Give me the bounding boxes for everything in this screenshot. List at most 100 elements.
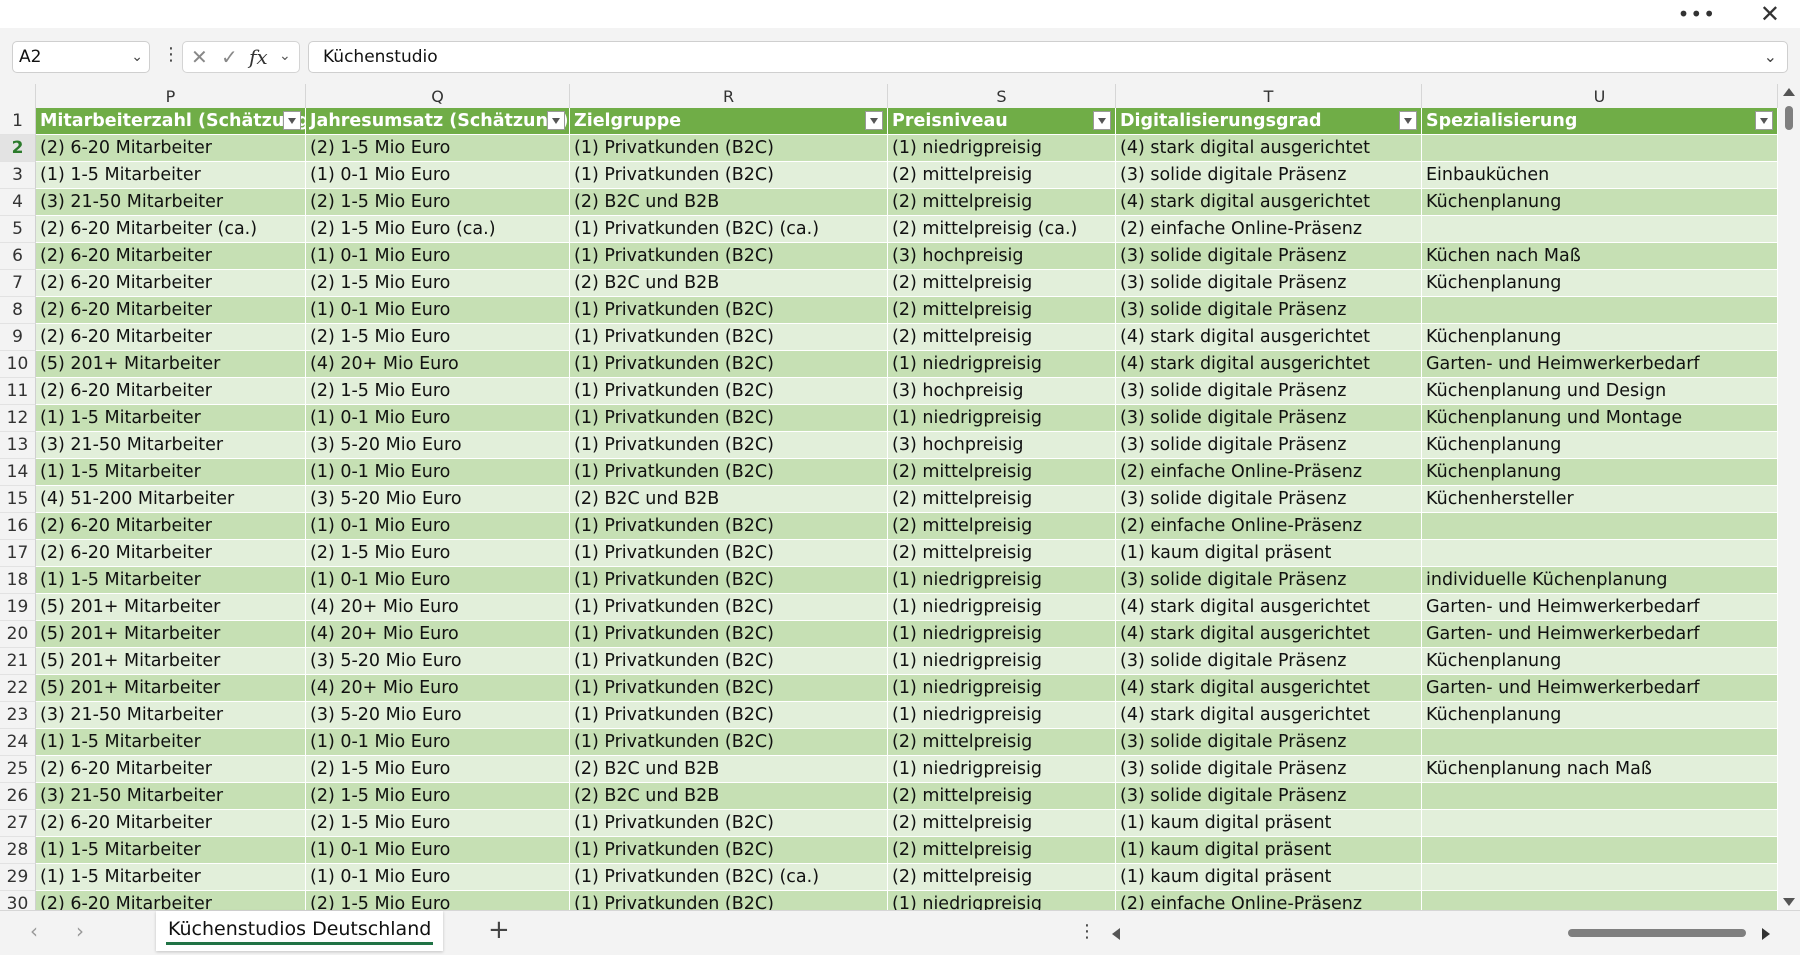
table-cell[interactable]: (1) Privatkunden (B2C) bbox=[570, 459, 888, 486]
scroll-up-icon[interactable] bbox=[1783, 88, 1795, 96]
more-options-icon[interactable]: ••• bbox=[1678, 2, 1716, 26]
row-number[interactable]: 16 bbox=[0, 513, 36, 540]
table-cell[interactable]: (1) niedrigpreisig bbox=[888, 135, 1116, 162]
previous-sheet-icon[interactable]: ‹ bbox=[30, 919, 38, 943]
table-cell[interactable]: (4) 20+ Mio Euro bbox=[306, 594, 570, 621]
row-number[interactable]: 2 bbox=[0, 135, 36, 162]
more-vertical-icon[interactable]: ⋮ bbox=[162, 44, 180, 65]
column-header-u[interactable]: U bbox=[1422, 84, 1778, 108]
table-cell[interactable]: (1) Privatkunden (B2C) bbox=[570, 135, 888, 162]
row-number[interactable]: 15 bbox=[0, 486, 36, 513]
table-cell[interactable]: (2) B2C und B2B bbox=[570, 783, 888, 810]
chevron-down-icon[interactable]: ⌄ bbox=[279, 48, 291, 64]
table-cell[interactable]: (2) mittelpreisig bbox=[888, 864, 1116, 891]
table-cell[interactable] bbox=[1422, 216, 1778, 243]
table-cell[interactable]: (2) 1-5 Mio Euro bbox=[306, 189, 570, 216]
table-cell[interactable]: (3) solide digitale Präsenz bbox=[1116, 756, 1422, 783]
next-sheet-icon[interactable]: › bbox=[76, 919, 84, 943]
table-cell[interactable]: (3) solide digitale Präsenz bbox=[1116, 567, 1422, 594]
table-cell[interactable] bbox=[1422, 864, 1778, 891]
table-cell[interactable]: (2) 6-20 Mitarbeiter bbox=[36, 810, 306, 837]
filter-dropdown-icon[interactable] bbox=[1755, 111, 1773, 130]
table-cell[interactable]: (5) 201+ Mitarbeiter bbox=[36, 648, 306, 675]
table-cell[interactable]: (4) stark digital ausgerichtet bbox=[1116, 702, 1422, 729]
table-cell[interactable] bbox=[1422, 837, 1778, 864]
table-cell[interactable]: (5) 201+ Mitarbeiter bbox=[36, 621, 306, 648]
table-cell[interactable]: (1) 0-1 Mio Euro bbox=[306, 837, 570, 864]
table-cell[interactable]: (1) 1-5 Mitarbeiter bbox=[36, 837, 306, 864]
table-cell[interactable]: (1) 1-5 Mitarbeiter bbox=[36, 162, 306, 189]
function-icon[interactable]: fx bbox=[249, 45, 268, 69]
row-number[interactable]: 26 bbox=[0, 783, 36, 810]
table-cell[interactable]: (3) 21-50 Mitarbeiter bbox=[36, 189, 306, 216]
filter-dropdown-icon[interactable] bbox=[865, 111, 883, 130]
table-cell[interactable]: (2) mittelpreisig bbox=[888, 459, 1116, 486]
sheet-tab-kuechenstudios[interactable]: Küchenstudios Deutschland bbox=[156, 911, 444, 951]
table-cell[interactable]: (2) mittelpreisig bbox=[888, 297, 1116, 324]
table-cell[interactable] bbox=[1422, 810, 1778, 837]
table-cell[interactable]: (1) kaum digital präsent bbox=[1116, 540, 1422, 567]
table-cell[interactable]: (1) kaum digital präsent bbox=[1116, 864, 1422, 891]
table-cell[interactable]: (1) Privatkunden (B2C) (ca.) bbox=[570, 216, 888, 243]
header-cell[interactable]: Zielgruppe bbox=[570, 108, 888, 135]
column-header-r[interactable]: R bbox=[570, 84, 888, 108]
table-cell[interactable]: (3) 5-20 Mio Euro bbox=[306, 702, 570, 729]
table-cell[interactable] bbox=[1422, 783, 1778, 810]
table-cell[interactable]: (1) Privatkunden (B2C) bbox=[570, 351, 888, 378]
row-number[interactable]: 25 bbox=[0, 756, 36, 783]
row-number[interactable]: 29 bbox=[0, 864, 36, 891]
chevron-down-icon[interactable]: ⌄ bbox=[131, 42, 143, 72]
table-cell[interactable]: (1) 1-5 Mitarbeiter bbox=[36, 405, 306, 432]
table-cell[interactable]: Küchen nach Maß bbox=[1422, 243, 1778, 270]
table-cell[interactable]: (1) 0-1 Mio Euro bbox=[306, 405, 570, 432]
table-cell[interactable]: (2) mittelpreisig (ca.) bbox=[888, 216, 1116, 243]
table-cell[interactable]: (2) mittelpreisig bbox=[888, 270, 1116, 297]
table-cell[interactable]: (3) 21-50 Mitarbeiter bbox=[36, 783, 306, 810]
table-cell[interactable]: (2) 6-20 Mitarbeiter bbox=[36, 891, 306, 910]
table-cell[interactable]: (2) einfache Online-Präsenz bbox=[1116, 891, 1422, 910]
table-cell[interactable]: (1) Privatkunden (B2C) bbox=[570, 837, 888, 864]
table-cell[interactable]: (1) niedrigpreisig bbox=[888, 702, 1116, 729]
table-cell[interactable]: (3) solide digitale Präsenz bbox=[1116, 270, 1422, 297]
table-cell[interactable]: (2) 6-20 Mitarbeiter bbox=[36, 540, 306, 567]
table-cell[interactable]: (1) Privatkunden (B2C) bbox=[570, 540, 888, 567]
header-cell[interactable]: Digitalisierungsgrad bbox=[1116, 108, 1422, 135]
header-cell[interactable]: Mitarbeiterzahl (Schätzung) bbox=[36, 108, 306, 135]
more-vertical-icon[interactable]: ⋮ bbox=[1078, 921, 1096, 942]
table-cell[interactable]: (4) stark digital ausgerichtet bbox=[1116, 594, 1422, 621]
row-number[interactable]: 28 bbox=[0, 837, 36, 864]
table-cell[interactable]: Küchenplanung bbox=[1422, 189, 1778, 216]
table-cell[interactable]: (1) 1-5 Mitarbeiter bbox=[36, 567, 306, 594]
vertical-scrollbar[interactable] bbox=[1778, 84, 1800, 910]
scroll-right-icon[interactable] bbox=[1762, 928, 1770, 940]
row-number[interactable]: 8 bbox=[0, 297, 36, 324]
table-cell[interactable]: (1) 0-1 Mio Euro bbox=[306, 864, 570, 891]
select-all-corner[interactable] bbox=[0, 84, 36, 108]
row-number[interactable]: 1 bbox=[0, 108, 36, 135]
table-cell[interactable]: (1) 0-1 Mio Euro bbox=[306, 297, 570, 324]
table-cell[interactable]: (2) B2C und B2B bbox=[570, 270, 888, 297]
table-cell[interactable]: Garten- und Heimwerkerbedarf bbox=[1422, 351, 1778, 378]
table-cell[interactable]: (2) 6-20 Mitarbeiter bbox=[36, 513, 306, 540]
row-number[interactable]: 3 bbox=[0, 162, 36, 189]
table-cell[interactable]: (1) Privatkunden (B2C) bbox=[570, 162, 888, 189]
table-cell[interactable]: (2) B2C und B2B bbox=[570, 486, 888, 513]
table-cell[interactable]: (2) B2C und B2B bbox=[570, 756, 888, 783]
table-cell[interactable]: (2) 1-5 Mio Euro bbox=[306, 324, 570, 351]
table-cell[interactable]: (2) mittelpreisig bbox=[888, 486, 1116, 513]
table-cell[interactable]: (2) 6-20 Mitarbeiter (ca.) bbox=[36, 216, 306, 243]
table-cell[interactable]: Küchenplanung bbox=[1422, 459, 1778, 486]
table-cell[interactable]: (1) Privatkunden (B2C) bbox=[570, 729, 888, 756]
row-number[interactable]: 23 bbox=[0, 702, 36, 729]
confirm-icon[interactable]: ✓ bbox=[221, 45, 238, 69]
table-cell[interactable] bbox=[1422, 891, 1778, 910]
table-cell[interactable] bbox=[1422, 729, 1778, 756]
table-cell[interactable]: (2) mittelpreisig bbox=[888, 729, 1116, 756]
table-cell[interactable]: (1) niedrigpreisig bbox=[888, 756, 1116, 783]
table-cell[interactable]: (1) kaum digital präsent bbox=[1116, 810, 1422, 837]
table-cell[interactable]: (3) solide digitale Präsenz bbox=[1116, 162, 1422, 189]
table-cell[interactable]: (1) 0-1 Mio Euro bbox=[306, 729, 570, 756]
scroll-left-icon[interactable] bbox=[1112, 928, 1120, 940]
row-number[interactable]: 7 bbox=[0, 270, 36, 297]
column-header-p[interactable]: P bbox=[36, 84, 306, 108]
